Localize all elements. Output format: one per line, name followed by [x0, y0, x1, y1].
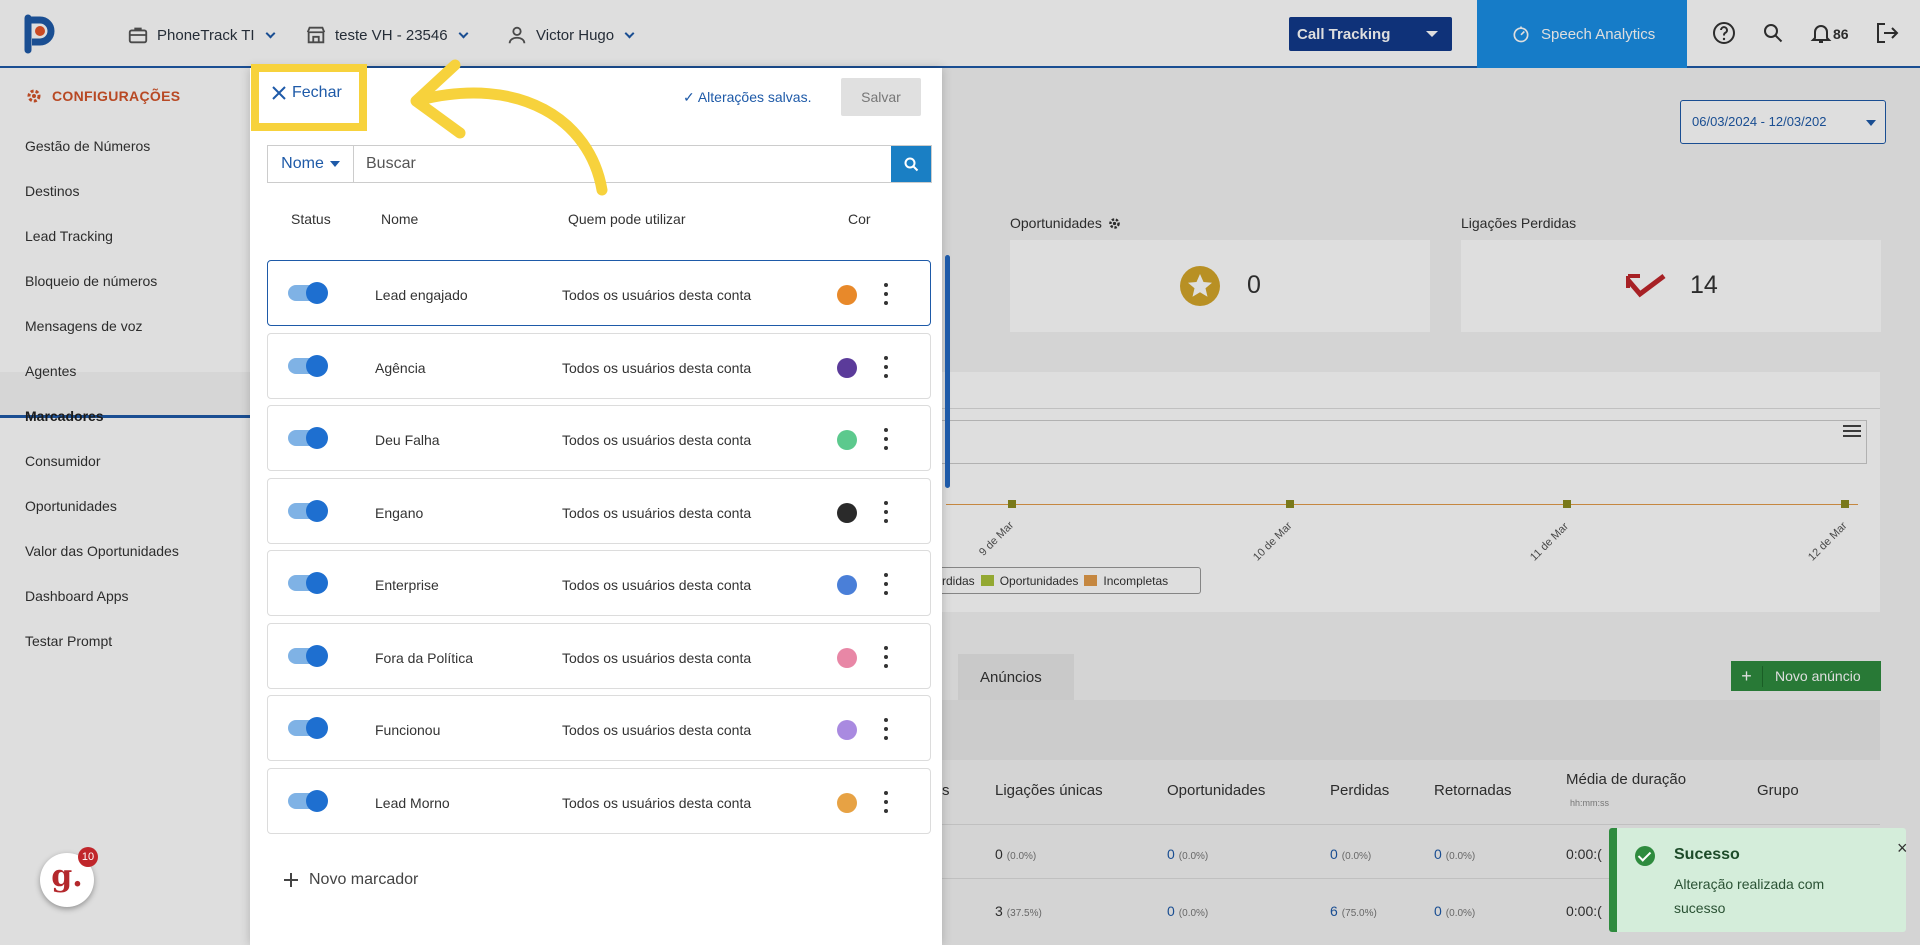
column-header-status: Status: [291, 211, 331, 227]
status-toggle[interactable]: [288, 790, 328, 812]
marker-name: Lead Morno: [375, 795, 450, 811]
toast-message: Alteração realizada com sucesso: [1674, 876, 1825, 916]
status-toggle[interactable]: [288, 645, 328, 667]
marker-access: Todos os usuários desta conta: [562, 577, 752, 593]
marker-access: Todos os usuários desta conta: [562, 360, 752, 376]
status-toggle[interactable]: [288, 355, 328, 377]
marker-access: Todos os usuários desta conta: [562, 432, 752, 448]
status-toggle[interactable]: [288, 572, 328, 594]
marker-color-swatch[interactable]: [837, 720, 857, 740]
marker-row[interactable]: Deu Falha Todos os usuários desta conta: [267, 405, 931, 471]
marker-color-swatch[interactable]: [837, 648, 857, 668]
marker-color-swatch[interactable]: [837, 358, 857, 378]
success-toast: Sucesso Alteração realizada com sucesso …: [1609, 828, 1908, 932]
toggle-knob: [306, 790, 328, 812]
chat-widget-badge: 10: [78, 847, 98, 867]
more-options-icon[interactable]: [883, 283, 889, 305]
toggle-knob: [306, 355, 328, 377]
marker-color-swatch[interactable]: [837, 575, 857, 595]
marker-name: Funcionou: [375, 722, 441, 738]
more-options-icon[interactable]: [883, 356, 889, 378]
marker-name: Engano: [375, 505, 424, 521]
marker-access: Todos os usuários desta conta: [562, 795, 752, 811]
marker-name: Agência: [375, 360, 426, 376]
more-options-icon[interactable]: [883, 791, 889, 813]
marker-row[interactable]: Agência Todos os usuários desta conta: [267, 333, 931, 399]
status-toggle[interactable]: [288, 717, 328, 739]
plus-icon: [284, 873, 298, 887]
add-marker-label: Novo marcador: [309, 871, 419, 888]
search-field-value: Nome: [281, 155, 324, 172]
marker-access: Todos os usuários desta conta: [562, 722, 752, 738]
marker-row[interactable]: Lead engajado Todos os usuários desta con…: [267, 260, 931, 326]
search-icon: [904, 157, 919, 172]
add-marker-button[interactable]: Novo marcador: [283, 871, 418, 889]
toggle-knob: [306, 500, 328, 522]
check-circle-icon: [1635, 846, 1655, 866]
marker-name: Lead engajado: [375, 287, 468, 303]
toast-close-button[interactable]: ×: [1897, 838, 1908, 859]
status-toggle[interactable]: [288, 282, 328, 304]
toast-title: Sucesso: [1674, 846, 1740, 863]
close-icon: [272, 86, 286, 100]
marker-row[interactable]: Fora da Política Todos os usuários desta …: [267, 623, 931, 689]
scrollbar[interactable]: [945, 255, 950, 488]
marker-color-swatch[interactable]: [837, 285, 857, 305]
column-header-name: Nome: [381, 211, 419, 227]
toggle-knob: [306, 282, 328, 304]
search-field-dropdown[interactable]: Nome: [268, 146, 354, 182]
search-button[interactable]: [891, 146, 931, 182]
marker-row[interactable]: Funcionou Todos os usuários desta conta: [267, 695, 931, 761]
toggle-knob: [306, 645, 328, 667]
marker-color-swatch[interactable]: [837, 793, 857, 813]
marker-color-swatch[interactable]: [837, 430, 857, 450]
marker-color-swatch[interactable]: [837, 503, 857, 523]
more-options-icon[interactable]: [883, 718, 889, 740]
caret-down-icon: [329, 161, 340, 167]
marker-row[interactable]: Enterprise Todos os usuários desta conta: [267, 550, 931, 616]
marker-access: Todos os usuários desta conta: [562, 505, 752, 521]
column-header-color: Cor: [848, 211, 871, 227]
close-label: Fechar: [292, 84, 342, 101]
tutorial-arrow: [410, 59, 608, 196]
toggle-knob: [306, 427, 328, 449]
marker-row[interactable]: Engano Todos os usuários desta conta: [267, 478, 931, 544]
marker-name: Deu Falha: [375, 432, 440, 448]
marker-access: Todos os usuários desta conta: [562, 287, 752, 303]
status-toggle[interactable]: [288, 500, 328, 522]
column-header-who: Quem pode utilizar: [568, 211, 686, 227]
more-options-icon[interactable]: [883, 428, 889, 450]
marker-access: Todos os usuários desta conta: [562, 650, 752, 666]
marker-name: Fora da Política: [375, 650, 474, 666]
toggle-knob: [306, 572, 328, 594]
saved-status: ✓ Alterações salvas.: [683, 89, 812, 105]
save-button[interactable]: Salvar: [841, 78, 921, 116]
close-panel-button[interactable]: Fechar: [272, 84, 342, 102]
more-options-icon[interactable]: [883, 501, 889, 523]
status-toggle[interactable]: [288, 427, 328, 449]
marker-row[interactable]: Lead Morno Todos os usuários desta conta: [267, 768, 931, 834]
more-options-icon[interactable]: [883, 646, 889, 668]
toggle-knob: [306, 717, 328, 739]
more-options-icon[interactable]: [883, 573, 889, 595]
marker-name: Enterprise: [375, 577, 439, 593]
